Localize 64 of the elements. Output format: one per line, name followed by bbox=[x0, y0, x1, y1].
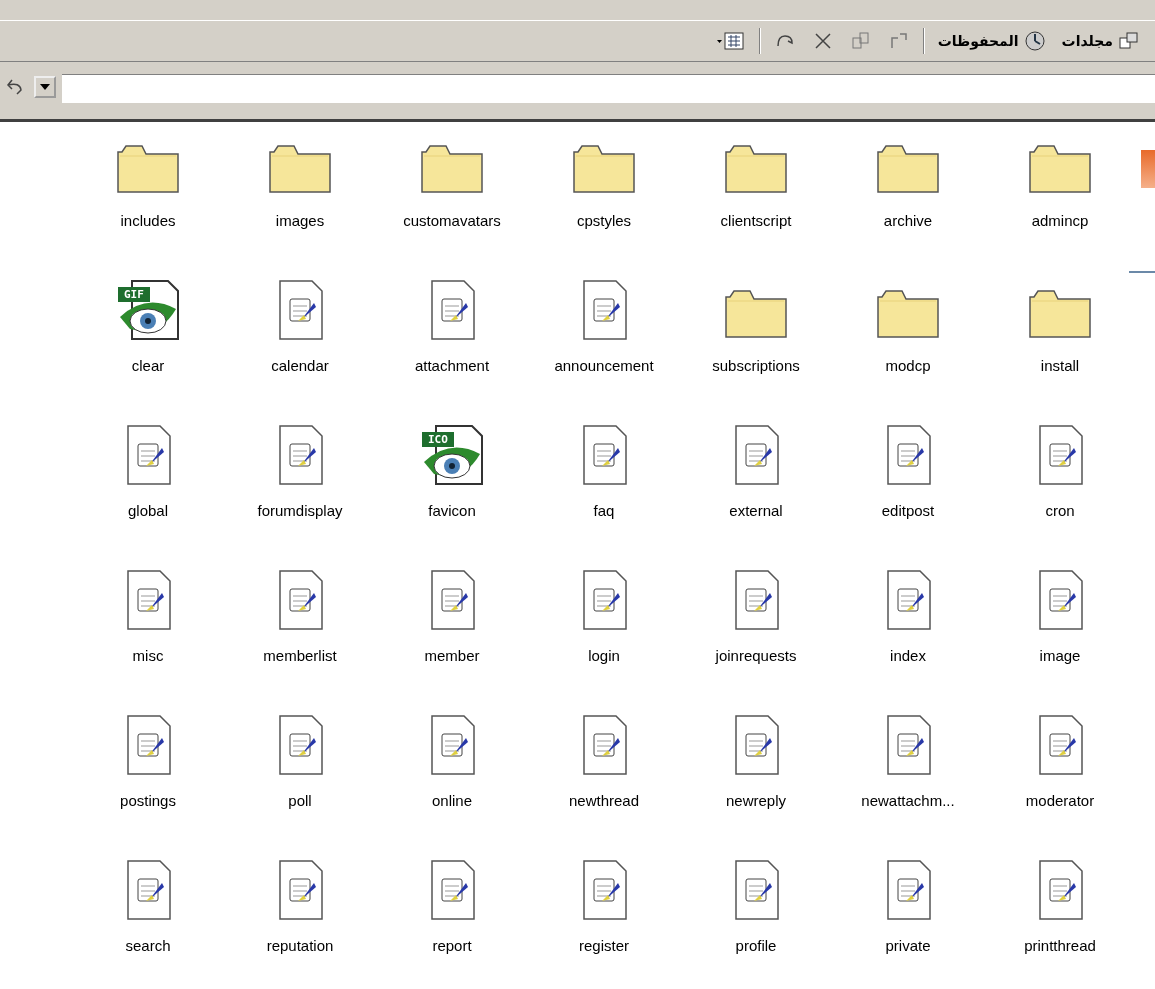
file-name[interactable]: announcement bbox=[554, 357, 654, 374]
folder-icon bbox=[876, 287, 940, 341]
file-name[interactable]: postings bbox=[120, 792, 176, 809]
file-name[interactable]: calendar bbox=[271, 357, 329, 374]
file-name[interactable]: newreply bbox=[726, 792, 786, 809]
folder-icon bbox=[876, 142, 940, 196]
file-name[interactable]: customavatars bbox=[403, 212, 501, 229]
file-name[interactable]: image bbox=[1039, 647, 1081, 664]
clock-icon bbox=[1023, 30, 1046, 52]
address-field[interactable] bbox=[62, 74, 1155, 103]
file-name[interactable]: printthread bbox=[1024, 937, 1096, 954]
file-name[interactable]: misc bbox=[132, 647, 164, 664]
folder-icon bbox=[420, 142, 484, 196]
file-name[interactable]: memberlist bbox=[263, 647, 337, 664]
file-name[interactable]: reputation bbox=[266, 937, 334, 954]
caret-icon bbox=[40, 84, 50, 90]
folder-icon bbox=[1028, 142, 1092, 196]
file-name[interactable]: poll bbox=[288, 792, 312, 809]
file-name[interactable]: cron bbox=[1045, 502, 1075, 519]
file-name[interactable]: member bbox=[424, 647, 480, 664]
copy-to-icon bbox=[849, 30, 872, 52]
file-name[interactable]: newattachm... bbox=[861, 792, 955, 809]
file-name[interactable]: attachment bbox=[414, 357, 490, 374]
file-name[interactable]: profile bbox=[735, 937, 777, 954]
views-icon bbox=[715, 30, 746, 52]
file-name[interactable]: forumdisplay bbox=[257, 502, 343, 519]
file-name[interactable]: clear bbox=[131, 357, 165, 374]
file-name[interactable]: index bbox=[890, 647, 926, 664]
file-name[interactable]: online bbox=[431, 792, 472, 809]
file-name[interactable]: faq bbox=[593, 502, 615, 519]
file-name[interactable]: cpstyles bbox=[576, 212, 632, 229]
file-name[interactable]: login bbox=[588, 647, 620, 664]
file-name[interactable]: joinrequests bbox=[715, 647, 797, 664]
folder-icon bbox=[1028, 287, 1092, 341]
file-name[interactable]: register bbox=[579, 937, 629, 954]
file-name[interactable]: images bbox=[275, 212, 325, 229]
file-name[interactable]: archive bbox=[883, 212, 933, 229]
folder-icon bbox=[572, 142, 636, 196]
file-name[interactable]: favicon bbox=[428, 502, 476, 519]
file-name[interactable]: private bbox=[885, 937, 931, 954]
folder-icon bbox=[116, 142, 180, 196]
folder-icon bbox=[724, 287, 788, 341]
dropdown-button[interactable] bbox=[34, 76, 56, 98]
file-name[interactable]: admincp bbox=[1031, 212, 1089, 229]
file-name[interactable]: modcp bbox=[885, 357, 931, 374]
file-name[interactable]: moderator bbox=[1025, 792, 1095, 809]
folders-button[interactable]: مجلدات bbox=[1058, 28, 1143, 54]
file-name[interactable]: includes bbox=[120, 212, 176, 229]
file-name[interactable]: newthread bbox=[568, 792, 640, 809]
partial-icon bbox=[1141, 150, 1155, 188]
file-name[interactable]: install bbox=[1040, 357, 1080, 374]
folders-icon bbox=[1118, 30, 1140, 52]
file-name[interactable]: report bbox=[432, 937, 472, 954]
file-type-badge: ICO bbox=[422, 432, 454, 447]
file-name[interactable]: subscriptions bbox=[712, 357, 800, 374]
file-name[interactable]: clientscript bbox=[720, 212, 792, 229]
history-button[interactable]: المحفوظات bbox=[934, 28, 1049, 54]
file-name[interactable]: search bbox=[125, 937, 171, 954]
file-name[interactable]: editpost bbox=[881, 502, 935, 519]
file-name[interactable]: external bbox=[729, 502, 783, 519]
folder-icon bbox=[268, 142, 332, 196]
folder-icon bbox=[724, 142, 788, 196]
file-name[interactable]: global bbox=[127, 502, 168, 519]
file-type-badge: GIF bbox=[118, 287, 150, 302]
